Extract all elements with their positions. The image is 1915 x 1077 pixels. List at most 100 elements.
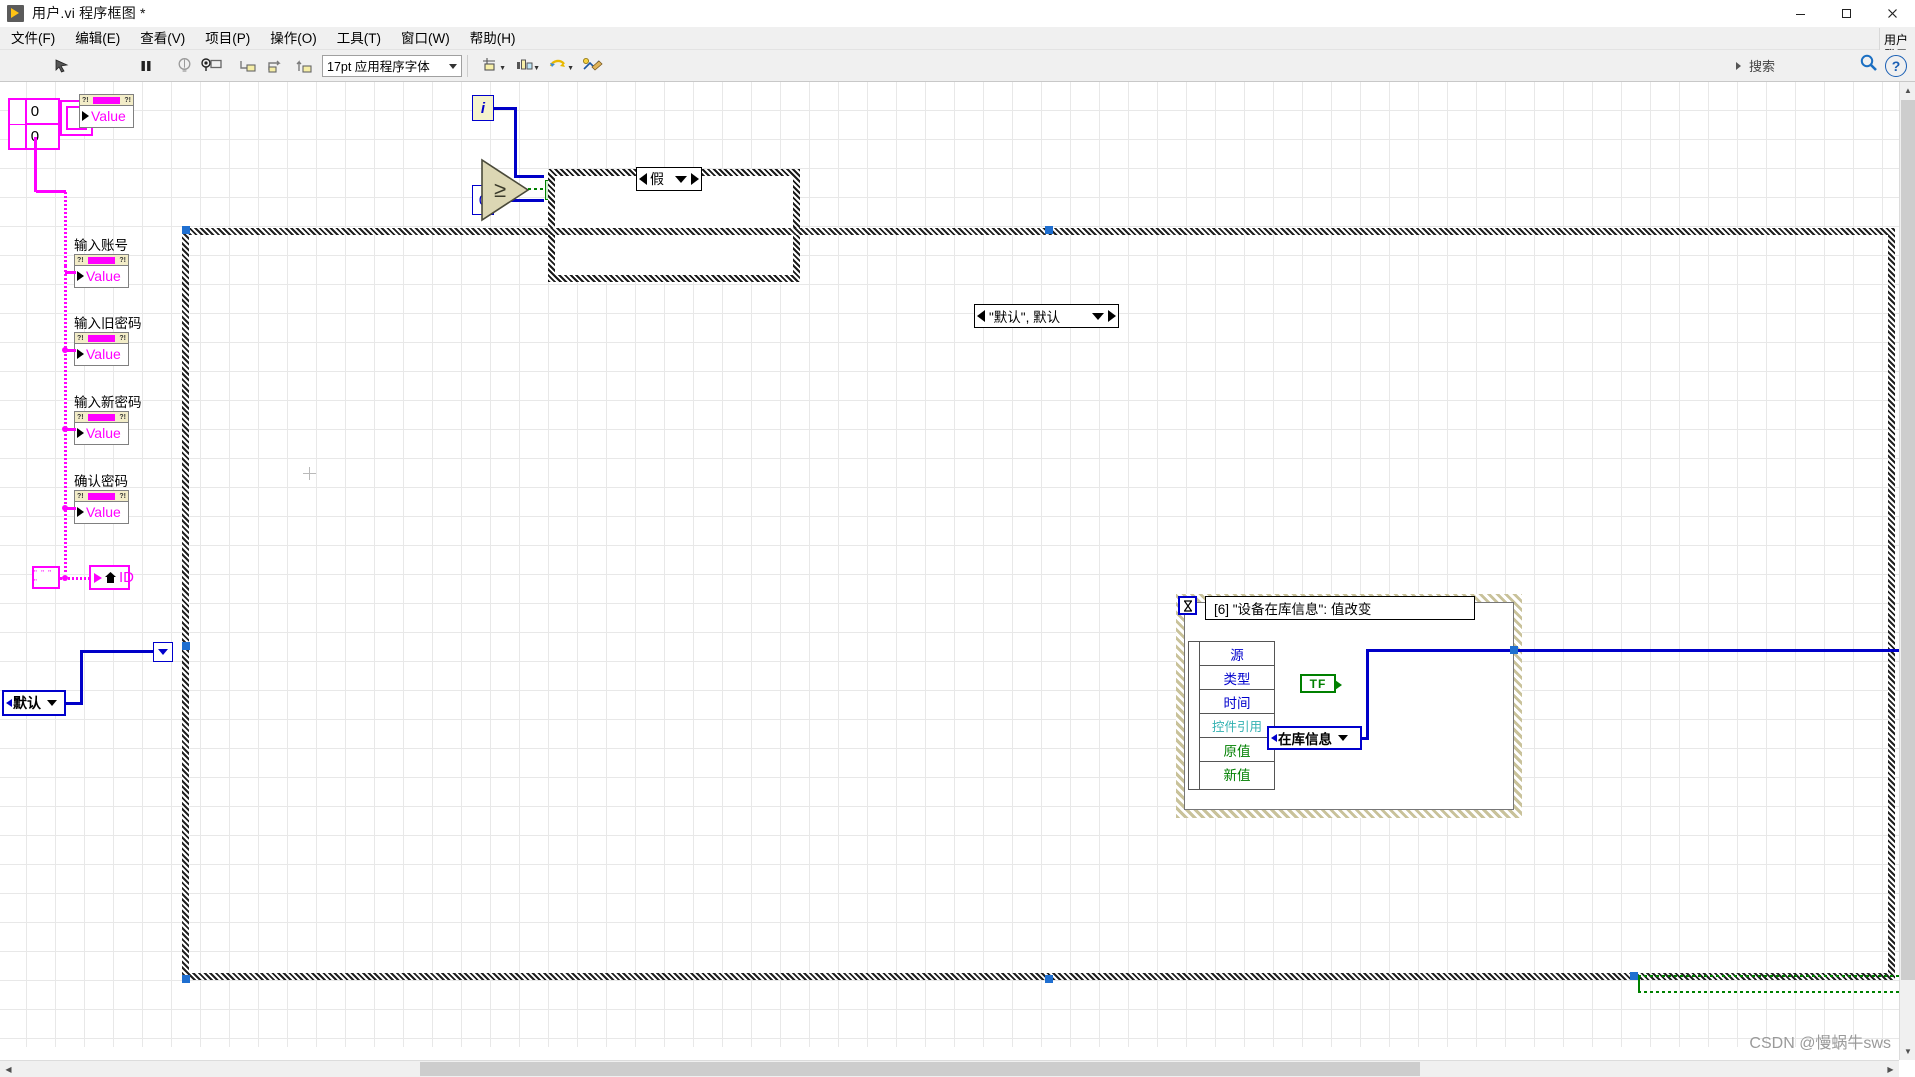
property-node-row[interactable]: Value: [75, 423, 128, 443]
input-terminal-icon: [82, 111, 89, 121]
step-out-icon[interactable]: [290, 53, 318, 79]
case-selector-label-default[interactable]: "默认", 默认: [974, 304, 1119, 328]
chevron-down-icon[interactable]: [47, 700, 57, 706]
property-node-bar: [93, 96, 120, 104]
maximize-icon[interactable]: [1823, 0, 1869, 27]
font-selector[interactable]: 17pt 应用程序字体: [322, 54, 462, 77]
lightbulb-icon[interactable]: [170, 53, 198, 79]
case-value: 假: [650, 171, 664, 187]
search-input[interactable]: 搜索: [1749, 56, 1859, 75]
input-terminal-icon: [77, 349, 84, 359]
property-node-value-0[interactable]: ?! ?! Value: [79, 94, 134, 128]
wire-green-bottom: [1638, 975, 1915, 977]
search-area: 搜索 ?: [1736, 53, 1915, 79]
block-diagram-canvas-wrap: 0 0 ?! ?! Value: [0, 82, 1915, 1077]
watermark: CSDN @慢蜗牛sws: [1749, 1035, 1891, 1052]
reference-constant[interactable]: " " " ": [32, 566, 60, 589]
case-selector-label-false[interactable]: 假: [636, 167, 702, 191]
event-data-row-source[interactable]: 源: [1200, 642, 1274, 666]
context-help-button[interactable]: ?: [1885, 54, 1907, 77]
property-node-row[interactable]: Value: [80, 106, 133, 126]
property-node-input-new-password[interactable]: ?! ?! Value: [74, 411, 129, 445]
case-selector-tunnel[interactable]: [153, 642, 173, 662]
align-objects-button[interactable]: ▼: [473, 53, 507, 79]
vertical-scrollbar[interactable]: ▲ ▼: [1899, 82, 1915, 1060]
event-data-row-time[interactable]: 时间: [1200, 690, 1274, 714]
event-data-node[interactable]: 源 类型 时间 控件引用 原值 新值: [1199, 641, 1275, 790]
reorder-objects-button[interactable]: ▼: [541, 53, 575, 79]
pause-icon[interactable]: [132, 53, 160, 79]
property-node-input-account[interactable]: ?! ?! Value: [74, 254, 129, 288]
chevron-down-icon[interactable]: [1338, 735, 1348, 741]
scroll-right-arrow-icon[interactable]: ▶: [1882, 1061, 1899, 1077]
property-node-row[interactable]: Value: [75, 344, 128, 364]
event-data-row-old-value[interactable]: 原值: [1200, 738, 1274, 762]
array-index-display: [10, 100, 27, 148]
selection-handle-mid-left[interactable]: [182, 642, 190, 650]
boolean-constant-tf[interactable]: TF: [1300, 674, 1342, 693]
scroll-left-arrow-icon[interactable]: ◀: [0, 1061, 17, 1077]
horizontal-scroll-thumb[interactable]: [420, 1062, 1420, 1076]
selection-handle-bottom-right[interactable]: [1630, 972, 1638, 980]
vertical-scroll-thumb[interactable]: [1901, 100, 1915, 980]
menu-window[interactable]: 窗口(W): [392, 28, 459, 49]
hourglass-icon[interactable]: [1178, 596, 1197, 615]
step-over-icon[interactable]: [262, 53, 290, 79]
selection-handle-top-left[interactable]: [182, 226, 190, 234]
property-node-row[interactable]: Value: [75, 266, 128, 286]
selection-handle-top-center[interactable]: [1045, 226, 1053, 234]
loop-iteration-terminal[interactable]: i: [472, 95, 494, 121]
menu-project[interactable]: 项目(P): [196, 28, 259, 49]
event-selector-label[interactable]: [6] "设备在库信息": 值改变: [1205, 596, 1475, 620]
menu-view[interactable]: 查看(V): [131, 28, 194, 49]
prev-case-arrow-icon[interactable]: [639, 173, 647, 185]
menu-operate[interactable]: 操作(O): [261, 28, 326, 49]
menu-tools[interactable]: 工具(T): [328, 28, 390, 49]
selection-handle-tunnel-out[interactable]: [1510, 646, 1518, 654]
property-node-row[interactable]: Value: [75, 502, 128, 522]
event-data-row-type[interactable]: 类型: [1200, 666, 1274, 690]
event-data-row-new-value[interactable]: 新值: [1200, 762, 1274, 786]
ring-constant-inventory-info[interactable]: 在库信息: [1267, 726, 1362, 750]
chevron-down-icon[interactable]: [1092, 312, 1104, 320]
selection-handle-bottom-left[interactable]: [182, 975, 190, 983]
scroll-up-arrow-icon[interactable]: ▲: [1900, 82, 1915, 99]
property-node-header: ?! ?!: [75, 412, 128, 423]
horizontal-scrollbar[interactable]: ◀ ▶: [0, 1060, 1899, 1077]
block-diagram-canvas[interactable]: 0 0 ?! ?! Value: [0, 82, 1915, 1047]
wire-event-to-tunnel: [1366, 649, 1516, 652]
diagram-cursor: [303, 467, 316, 480]
next-case-arrow-icon[interactable]: [1108, 310, 1116, 322]
numeric-constant-zero[interactable]: 0: [472, 185, 494, 215]
chevron-right-icon[interactable]: [1736, 61, 1741, 70]
run-arrow-icon[interactable]: [48, 53, 76, 79]
case-value: "默认", 默认: [989, 310, 1061, 325]
cleanup-diagram-button[interactable]: [575, 53, 609, 79]
event-data-row-control-ref[interactable]: 控件引用: [1200, 714, 1274, 738]
close-icon[interactable]: [1869, 0, 1915, 27]
menu-edit[interactable]: 编辑(E): [66, 28, 129, 49]
prev-case-arrow-icon[interactable]: [977, 310, 985, 322]
input-terminal-icon: [94, 572, 102, 583]
array-value-1[interactable]: 0: [27, 125, 58, 148]
step-into-icon[interactable]: [234, 53, 262, 79]
next-case-arrow-icon[interactable]: [691, 173, 699, 185]
selection-handle-bottom-center[interactable]: [1045, 975, 1053, 983]
menu-help[interactable]: 帮助(H): [461, 28, 525, 49]
property-node-confirm-password[interactable]: ?! ?! Value: [74, 490, 129, 524]
property-node-input-old-password[interactable]: ?! ?! Value: [74, 332, 129, 366]
distribute-objects-button[interactable]: ▼: [507, 53, 541, 79]
scroll-down-arrow-icon[interactable]: ▼: [1900, 1043, 1915, 1060]
outer-structure-loop[interactable]: [182, 228, 1895, 980]
property-node-id[interactable]: ID: [89, 565, 134, 590]
minimize-icon[interactable]: [1777, 0, 1823, 27]
wire-to-input-account: [65, 271, 76, 274]
chevron-down-icon[interactable]: [675, 175, 687, 183]
menu-file[interactable]: 文件(F): [2, 28, 64, 49]
search-icon[interactable]: [1859, 53, 1879, 78]
array-value-0[interactable]: 0: [26, 100, 58, 125]
chevron-down-icon: ▼: [567, 64, 574, 72]
enum-constant-default[interactable]: 默认: [2, 690, 66, 716]
retain-values-icon[interactable]: [198, 53, 226, 79]
glyph-right: ?!: [124, 96, 131, 104]
